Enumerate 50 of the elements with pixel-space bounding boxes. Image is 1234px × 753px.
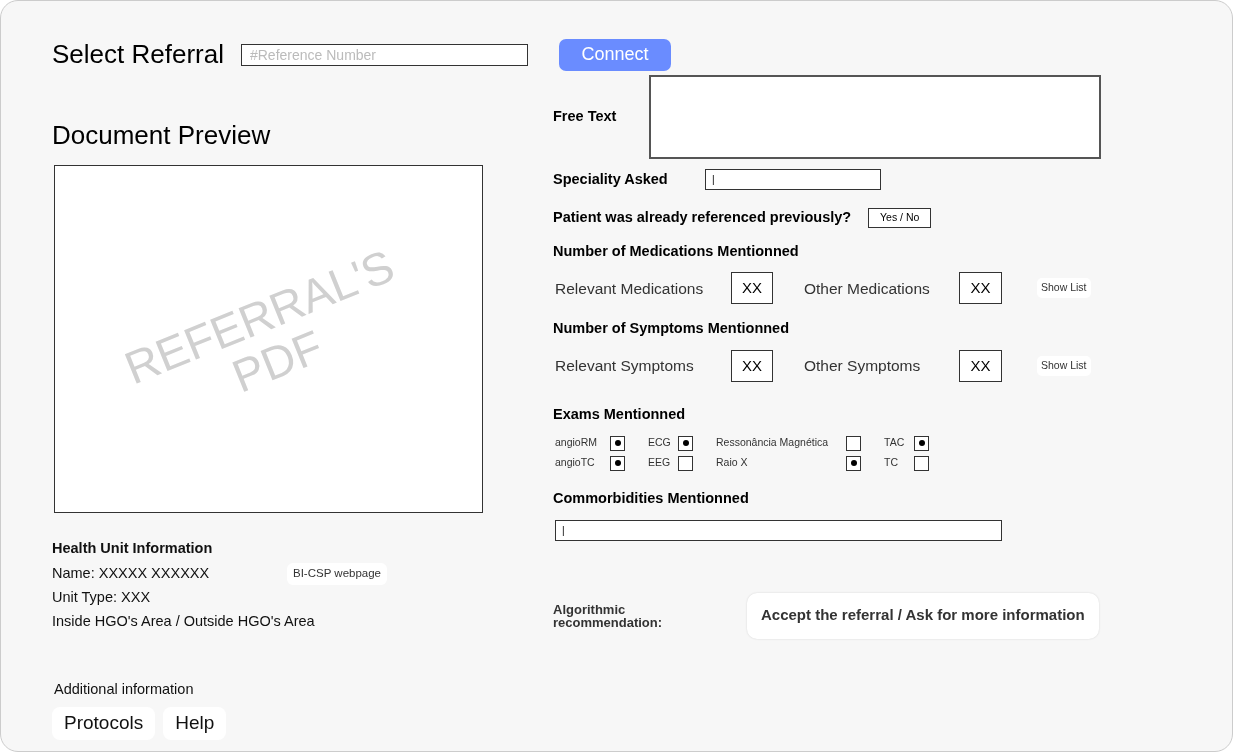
field-label: Free Text bbox=[553, 107, 618, 127]
count-value: XX bbox=[731, 272, 773, 305]
section-title: Document Preview bbox=[52, 119, 272, 152]
yes-no-button[interactable]: Yes / No bbox=[868, 207, 932, 228]
exam-checkbox[interactable] bbox=[914, 455, 929, 471]
count-label: Relevant Symptoms bbox=[554, 356, 695, 377]
speciality-field[interactable]: | bbox=[705, 169, 881, 191]
exam-label: Ressonância Magnética bbox=[716, 435, 829, 451]
count-value: XX bbox=[731, 350, 773, 382]
exam-label: TC bbox=[884, 455, 898, 471]
exam-label: ECG bbox=[648, 435, 671, 451]
unit-area: Inside HGO's Area / Outside HGO's Area bbox=[52, 610, 501, 633]
exam-label: EEG bbox=[648, 455, 671, 471]
question-label: Patient was already referenced previously? bbox=[553, 207, 852, 227]
exam-checkbox[interactable] bbox=[610, 435, 625, 451]
recommendation-label: Algorithmic recommendation: bbox=[553, 602, 664, 629]
section-heading: Exams Mentionned bbox=[553, 405, 687, 424]
count-value: XX bbox=[959, 350, 1002, 382]
section-label: Additional information bbox=[54, 680, 195, 700]
exam-checkbox[interactable] bbox=[678, 455, 693, 471]
count-label: Other Medications bbox=[804, 278, 931, 299]
info-button[interactable]: Protocols bbox=[52, 707, 156, 740]
unit-type: Unit Type: XXX bbox=[52, 587, 152, 607]
reference-field[interactable]: #Reference Number bbox=[240, 43, 528, 66]
unit-name: Name: XXXXX XXXXXX bbox=[52, 563, 211, 583]
exam-checkbox[interactable] bbox=[846, 435, 861, 451]
exam-label: angioRM bbox=[555, 435, 598, 451]
count-label: Other Symptoms bbox=[804, 356, 922, 377]
free-text-field[interactable] bbox=[649, 75, 1101, 159]
section-heading: Number of Symptoms Mentionned bbox=[553, 319, 791, 339]
field-label: Speciality Asked bbox=[553, 170, 669, 189]
exam-label: Raio X bbox=[716, 455, 748, 471]
webpage-button[interactable]: BI-CSP webpage bbox=[287, 562, 387, 585]
section-heading: Number of Medications Mentionned bbox=[553, 241, 800, 261]
recommendation-button[interactable]: Accept the referral / Ask for more information bbox=[747, 592, 1099, 639]
count-label: Relevant Medications bbox=[554, 278, 705, 299]
info-button[interactable]: Help bbox=[163, 707, 227, 740]
exam-label: angioTC bbox=[555, 455, 595, 471]
exam-checkbox[interactable] bbox=[914, 435, 929, 451]
section-heading: Health Unit Information bbox=[52, 539, 214, 558]
exam-checkbox[interactable] bbox=[610, 455, 625, 471]
exam-checkbox[interactable] bbox=[846, 455, 861, 471]
exam-label: TAC bbox=[884, 435, 905, 451]
section-heading: Commorbidities Mentionned bbox=[553, 488, 750, 508]
page-title: Select Referral bbox=[52, 38, 224, 71]
count-value: XX bbox=[959, 272, 1002, 305]
show-list-button[interactable]: Show List bbox=[1037, 278, 1091, 299]
comorbidities-field[interactable]: | bbox=[555, 519, 1002, 541]
show-list-button[interactable]: Show List bbox=[1037, 356, 1091, 376]
exam-checkbox[interactable] bbox=[678, 435, 693, 451]
